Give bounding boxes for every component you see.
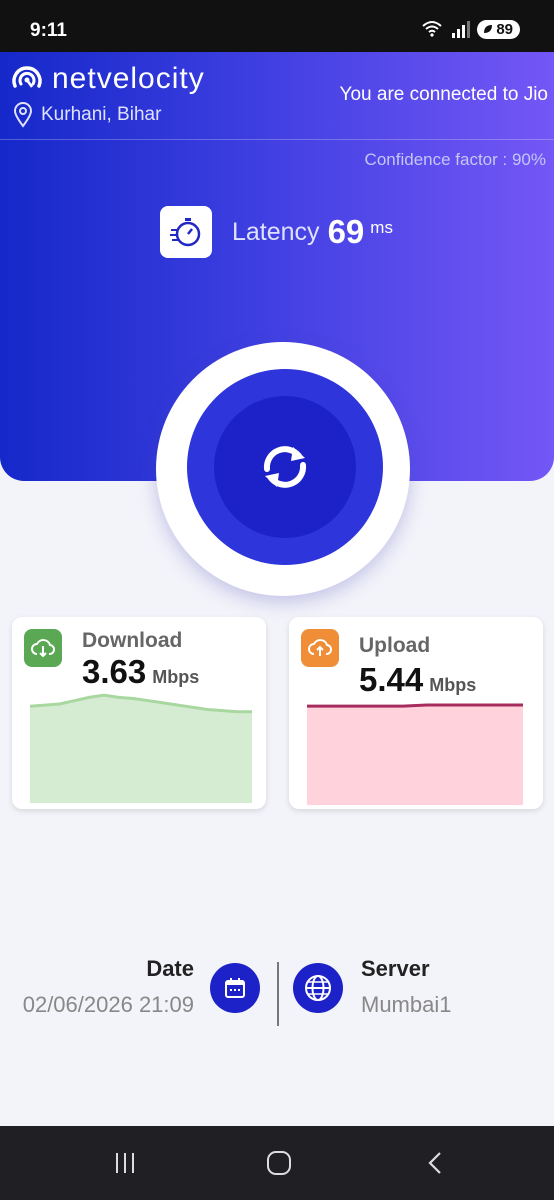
battery-badge: 89 [477, 19, 520, 39]
recent-apps-icon[interactable] [112, 1150, 140, 1176]
download-card: Download 3.63 Mbps [12, 617, 266, 809]
latency-icon-box [160, 206, 212, 258]
home-icon[interactable] [265, 1150, 293, 1176]
refresh-inner [214, 396, 356, 538]
logo-icon [12, 66, 42, 88]
upload-chart-line [307, 703, 523, 708]
server-block: Server Mumbai1 [361, 956, 451, 1018]
back-icon[interactable] [422, 1150, 450, 1176]
calendar-icon [225, 978, 245, 998]
app-name: netvelocity [52, 62, 205, 95]
download-title: Download [82, 629, 183, 652]
upload-unit: Mbps [429, 675, 477, 695]
refresh-button[interactable] [156, 342, 410, 596]
header-divider [0, 139, 554, 140]
date-block: Date 02/06/2026 21:09 [23, 956, 194, 1018]
status-icons: 89 [421, 19, 520, 39]
location: Kurhani, Bihar [13, 102, 161, 128]
connection-status: You are connected to Jio [339, 84, 548, 105]
signal-icon [452, 21, 471, 38]
battery-saver-icon [484, 25, 493, 33]
latency-value: 69 [327, 213, 365, 250]
location-pin-icon [13, 102, 33, 128]
download-icon-box [24, 629, 62, 667]
location-text: Kurhani, Bihar [41, 104, 162, 125]
refresh-ring [187, 369, 383, 565]
date-value: 02/06/2026 21:09 [22, 992, 194, 1017]
stopwatch-icon [170, 218, 201, 247]
battery-level: 89 [496, 20, 513, 38]
upload-chart [307, 703, 523, 805]
navigation-bar [0, 1126, 554, 1200]
wifi-icon [422, 21, 442, 37]
confidence-factor: Confidence factor : 90% [364, 150, 546, 169]
upload-speed: 5.44 Mbps [359, 661, 476, 699]
upload-icon-box [301, 629, 339, 667]
server-value: Mumbai1 [361, 992, 452, 1017]
upload-chart-area [307, 705, 523, 805]
date-label: Date [146, 956, 194, 981]
globe-icon [305, 975, 331, 1001]
status-bar: 9:11 89 [0, 0, 554, 52]
app-logo: netvelocity [10, 62, 205, 96]
refresh-icon [263, 446, 307, 488]
calendar-button[interactable] [210, 963, 260, 1013]
latency-row: Latency 69 ms [160, 206, 393, 258]
download-speed: 3.63 Mbps [82, 653, 199, 691]
server-label: Server [361, 956, 430, 981]
cloud-upload-icon [308, 639, 332, 656]
upload-card: Upload 5.44 Mbps [289, 617, 543, 809]
download-chart [30, 693, 252, 803]
info-divider [277, 962, 279, 1026]
latency-label: Latency [232, 217, 320, 246]
download-value: 3.63 [82, 653, 147, 690]
latency-unit: ms [370, 218, 393, 237]
cloud-download-icon [31, 639, 55, 658]
download-unit: Mbps [152, 667, 200, 687]
upload-value: 5.44 [359, 661, 424, 698]
server-button[interactable] [293, 963, 343, 1013]
upload-title: Upload [359, 634, 431, 657]
status-time: 9:11 [30, 20, 67, 41]
